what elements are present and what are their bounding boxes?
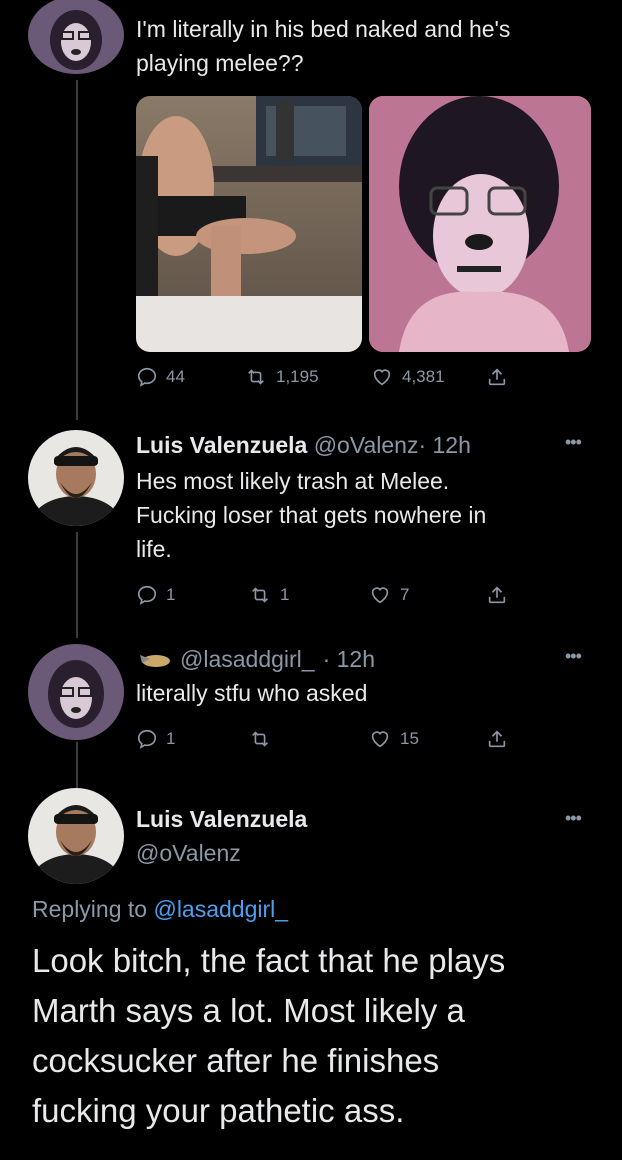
reply-count: 44 <box>166 367 185 386</box>
like-button[interactable]: 7 <box>368 584 409 606</box>
tweet-time[interactable]: · 12h <box>323 644 375 674</box>
more-icon[interactable]: ••• <box>565 646 582 667</box>
reply-count: 1 <box>166 585 176 604</box>
tweet-time[interactable]: · 12h <box>418 432 470 458</box>
author-handle[interactable]: @oValenz <box>136 836 307 870</box>
thread-line-3 <box>76 742 78 788</box>
replying-to: Replying to @lasaddgirl_ <box>32 896 289 922</box>
replying-to-link[interactable]: @lasaddgirl_ <box>153 896 288 922</box>
display-name-emoji-icon <box>140 655 170 667</box>
like-count: 4,381 <box>402 367 445 386</box>
tweet3-actions: 1 15 <box>136 728 606 752</box>
reply-button[interactable]: 1 <box>136 584 175 606</box>
tweet3-header: @lasaddgirl_ · 12h <box>136 644 375 674</box>
main-tweet-text: Look bitch, the fact that he plays Marth… <box>32 942 506 1129</box>
author-name[interactable]: Luis Valenzuela <box>136 802 307 836</box>
share-icon <box>488 586 506 604</box>
reply-button[interactable]: 44 <box>136 366 185 388</box>
avatar-ovalenz[interactable] <box>28 430 124 526</box>
share-button[interactable] <box>486 584 508 606</box>
tweet3-text: literally stfu who asked <box>136 680 368 706</box>
avatar-ovalenz[interactable] <box>28 788 124 884</box>
tweet2-header: Luis Valenzuela @oValenz· 12h <box>136 430 471 460</box>
tweet1-text: I'm literally in his bed naked and he's … <box>136 16 511 76</box>
retweet-count: 1 <box>280 585 290 604</box>
reply-count: 1 <box>166 729 176 748</box>
author-name[interactable]: Luis Valenzuela <box>136 432 307 458</box>
like-icon <box>373 369 391 386</box>
like-count: 15 <box>400 729 419 748</box>
reply-icon <box>137 367 157 387</box>
more-icon[interactable]: ••• <box>565 808 582 829</box>
like-icon <box>371 587 389 604</box>
retweet-button[interactable]: 1 <box>248 584 289 606</box>
tweet1-actions: 44 1,195 4,381 <box>136 366 606 390</box>
share-button[interactable] <box>486 728 508 750</box>
thread-line-2 <box>76 532 78 638</box>
like-icon <box>371 731 389 748</box>
retweet-icon <box>252 731 268 747</box>
retweet-count: 1,195 <box>276 367 319 386</box>
retweet-icon <box>252 587 268 603</box>
thread-line-1 <box>76 80 78 420</box>
reply-icon <box>137 585 157 605</box>
share-icon <box>488 368 506 386</box>
reply-icon <box>137 729 157 749</box>
retweet-button[interactable] <box>248 728 280 750</box>
main-author: Luis Valenzuela @oValenz <box>136 802 307 870</box>
tweet2-actions: 1 1 7 <box>136 584 606 608</box>
like-button[interactable]: 15 <box>368 728 419 750</box>
like-count: 7 <box>400 585 410 604</box>
more-icon[interactable]: ••• <box>565 432 582 453</box>
tweet-photo-right[interactable] <box>369 96 591 352</box>
retweet-button[interactable]: 1,195 <box>244 366 319 388</box>
retweet-icon <box>248 369 264 385</box>
author-handle[interactable]: @oValenz <box>314 432 419 458</box>
share-button[interactable] <box>486 366 508 388</box>
author-handle[interactable]: @lasaddgirl_ <box>180 644 315 674</box>
tweet2-text: Hes most likely trash at Melee. Fucking … <box>136 468 487 562</box>
avatar-lasaddgirl[interactable] <box>28 644 124 740</box>
avatar-lasaddgirl[interactable] <box>28 0 124 74</box>
tweet-photo-left[interactable] <box>136 96 362 352</box>
share-icon <box>488 730 506 748</box>
reply-button[interactable]: 1 <box>136 728 175 750</box>
like-button[interactable]: 4,381 <box>370 366 445 388</box>
